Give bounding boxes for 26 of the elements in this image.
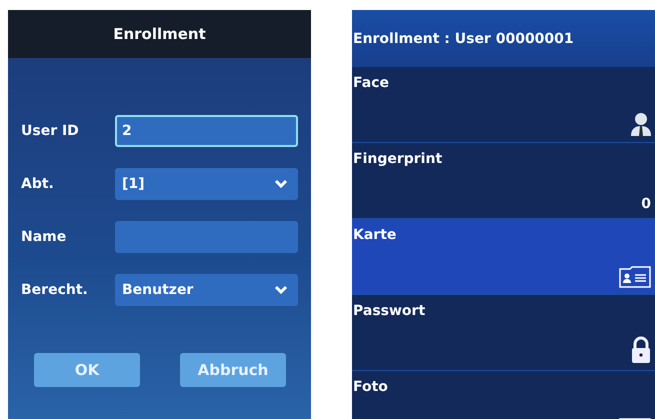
dropdown[interactable]: [1] (115, 168, 298, 200)
field-label: Berecht. (21, 282, 89, 298)
item-label: Foto (353, 379, 388, 395)
input-field[interactable] (115, 221, 298, 253)
menu-item[interactable]: Foto (352, 371, 655, 419)
chevron-down-icon (274, 285, 288, 295)
field-label: User ID (21, 123, 80, 139)
dropdown[interactable]: Benutzer (115, 274, 298, 306)
form-title: Enrollment (8, 10, 311, 58)
input-field[interactable]: 2 (115, 115, 298, 147)
field-label: Abt. (21, 176, 55, 192)
item-label: Karte (353, 227, 396, 243)
item-label: Passwort (353, 303, 426, 319)
id-card-icon (619, 266, 651, 288)
item-label: Fingerprint (353, 151, 442, 167)
item-count: 0 (641, 196, 651, 212)
menu-title: Enrollment : User 00000001 (352, 10, 655, 67)
menu-item[interactable]: Face (352, 67, 655, 143)
item-label: Face (353, 75, 389, 91)
menu-item[interactable]: Passwort (352, 295, 655, 371)
menu-item[interactable]: Fingerprint 0 (352, 143, 655, 219)
padlock-icon (631, 336, 651, 364)
field-label: Name (21, 229, 68, 245)
person-icon (631, 112, 651, 136)
chevron-down-icon (274, 179, 288, 189)
menu-item[interactable]: Karte (352, 219, 655, 295)
